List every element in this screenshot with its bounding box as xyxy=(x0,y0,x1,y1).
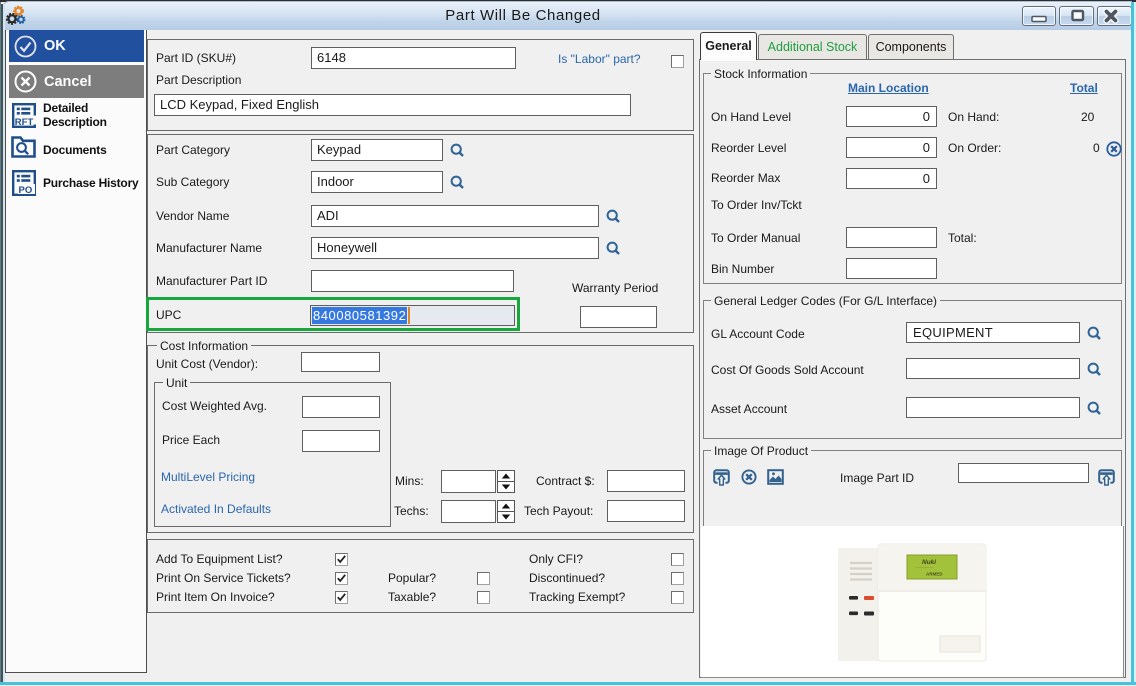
svg-text:RFT: RFT xyxy=(15,117,34,128)
svg-text:PO: PO xyxy=(19,185,33,196)
svg-text:ARMED: ARMED xyxy=(926,572,943,577)
svg-text:Nuki: Nuki xyxy=(922,559,936,566)
